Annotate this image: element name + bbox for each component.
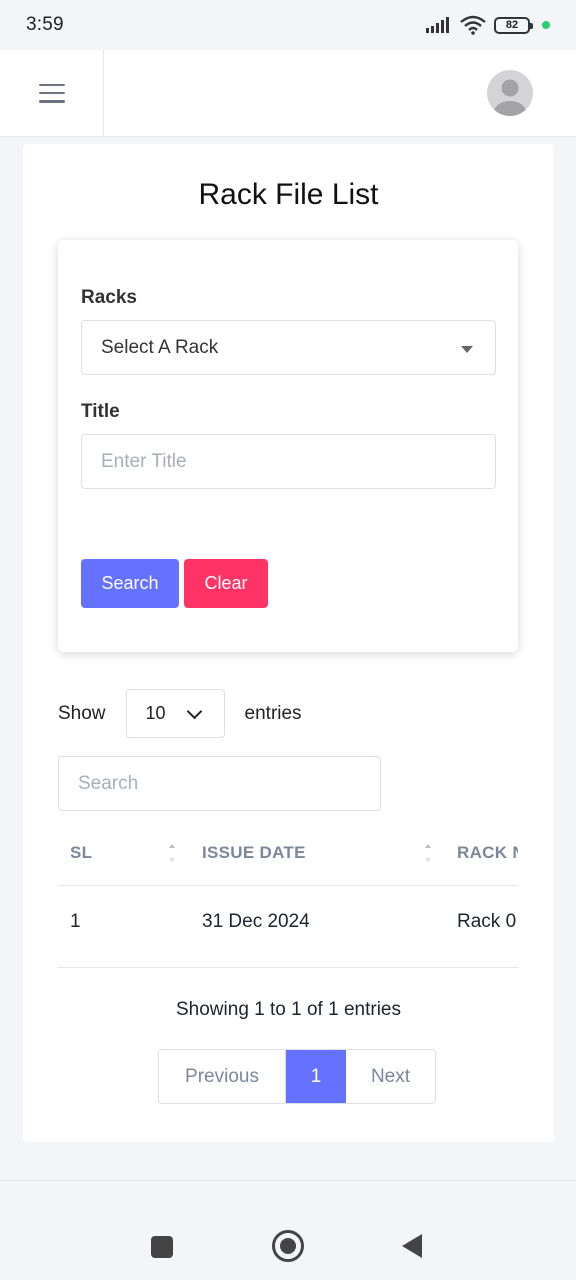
racks-select[interactable]: Select A Rack	[81, 320, 496, 375]
page-1-button[interactable]: 1	[286, 1050, 346, 1103]
racks-select-value: Select A Rack	[101, 336, 219, 358]
show-label: Show	[58, 702, 106, 724]
column-header-sl[interactable]: SL	[70, 843, 92, 863]
battery-level: 82	[505, 19, 519, 31]
chevron-down-icon	[186, 703, 202, 720]
title-input[interactable]	[81, 434, 496, 489]
data-table: SL ISSUE DATE RACK N 1 31 Dec 2024 Rack …	[58, 823, 518, 969]
menu-toggle[interactable]	[0, 50, 104, 136]
title-label: Title	[81, 401, 120, 422]
search-button[interactable]: Search	[81, 559, 179, 608]
table-header: SL ISSUE DATE RACK N	[58, 823, 518, 886]
next-page-button[interactable]: Next	[346, 1050, 435, 1103]
page-title: Rack File List	[198, 178, 379, 211]
user-avatar-icon[interactable]	[487, 70, 533, 116]
sort-icon[interactable]	[169, 844, 175, 862]
pagination: Previous 1 Next	[158, 1049, 436, 1104]
previous-page-button[interactable]: Previous	[159, 1050, 286, 1103]
system-nav-bar	[0, 1180, 576, 1280]
signal-icon	[426, 17, 449, 33]
cell-issue-date: 31 Dec 2024	[202, 911, 310, 932]
main-card: Rack File List Racks Select A Rack Title…	[23, 144, 554, 1142]
hamburger-menu-icon[interactable]	[38, 83, 65, 103]
clear-button[interactable]: Clear	[184, 559, 268, 608]
page-length-select[interactable]: 10	[125, 689, 225, 738]
status-time: 3:59	[26, 14, 64, 35]
app-header	[0, 50, 576, 137]
battery-icon: 82	[494, 16, 533, 34]
caret-down-icon	[461, 346, 473, 353]
table-info: Showing 1 to 1 of 1 entries	[176, 999, 401, 1020]
table-row[interactable]: 1 31 Dec 2024 Rack 0	[58, 887, 518, 968]
back-triangle-icon[interactable]	[402, 1234, 422, 1258]
column-header-issue-date[interactable]: ISSUE DATE	[202, 843, 306, 863]
column-header-rack[interactable]: RACK N	[457, 843, 518, 863]
status-icons: 82	[426, 15, 550, 35]
sort-icon[interactable]	[425, 844, 431, 862]
table-search-input[interactable]	[58, 756, 381, 811]
entries-label: entries	[244, 702, 302, 724]
home-circle-icon[interactable]	[272, 1230, 304, 1262]
racks-label: Racks	[81, 287, 137, 308]
page-length-value: 10	[145, 703, 166, 723]
status-bar: 3:59 82	[0, 0, 576, 50]
page-length-control: Show 10 entries	[58, 689, 302, 738]
cell-sl: 1	[70, 911, 81, 932]
cell-rack: Rack 0	[457, 911, 517, 932]
wifi-icon	[460, 15, 486, 35]
filter-card: Racks Select A Rack Title Search Clear	[58, 240, 518, 652]
recents-square-icon[interactable]	[151, 1236, 173, 1258]
privacy-indicator-dot	[542, 21, 550, 29]
